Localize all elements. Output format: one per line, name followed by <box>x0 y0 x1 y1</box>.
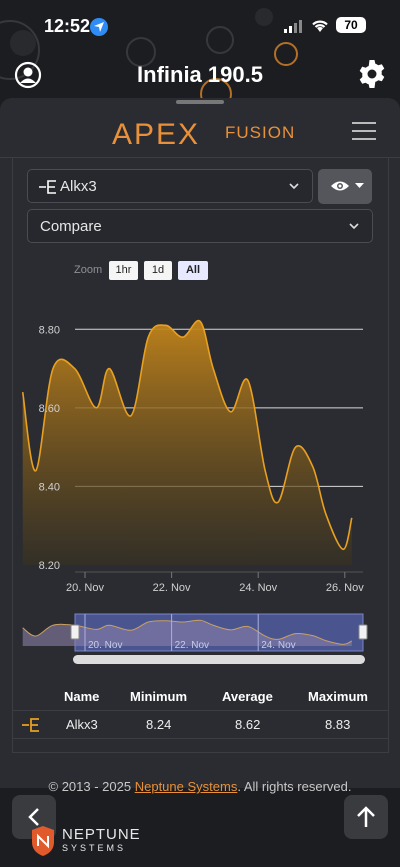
probe-type-icon <box>39 180 56 194</box>
x-tick-label: 26. Nov <box>326 582 364 594</box>
column-header-maximum: Maximum <box>308 689 368 704</box>
series-marker-icon <box>22 718 39 732</box>
x-axis: 20. Nov 22. Nov 24. Nov 26. Nov <box>66 571 364 594</box>
x-tick-label: 22. Nov <box>153 582 191 594</box>
column-header-average: Average <box>222 689 273 704</box>
page-title: Infinia 190.5 <box>137 62 263 87</box>
drag-handle[interactable] <box>176 100 224 104</box>
gear-icon[interactable] <box>356 58 388 90</box>
brand-sub: SYSTEMS <box>62 843 127 853</box>
scroll-top-button[interactable] <box>344 795 388 839</box>
neptune-link[interactable]: Neptune Systems <box>135 779 238 794</box>
navigator-scrollbar[interactable] <box>73 655 365 664</box>
series-area-alkx3 <box>22 320 352 565</box>
chevron-down-icon <box>289 183 299 190</box>
copyright-text: © 2013 - 2025 <box>48 779 135 794</box>
table-cell-maximum: 8.83 <box>325 717 351 732</box>
navigator-tick-label: 20. Nov <box>88 640 122 651</box>
table-cell-name: Alkx3 <box>66 717 98 732</box>
y-tick-label: 8.20 <box>39 560 60 572</box>
zoom-all-button[interactable]: All <box>178 261 208 280</box>
chevron-left-icon <box>28 808 39 826</box>
navigator-tick-label: 22. Nov <box>175 640 209 651</box>
zoom-1hr-button[interactable]: 1hr <box>109 261 138 280</box>
app-header: Infinia 190.5 <box>0 52 400 98</box>
apex-logo: APEX <box>112 118 201 151</box>
location-icon <box>90 18 108 36</box>
navigator-handle[interactable] <box>358 624 368 640</box>
table-cell-average: 8.62 <box>235 717 261 732</box>
signal-icon <box>284 20 302 33</box>
y-tick-label: 8.60 <box>39 403 60 415</box>
caret-down-icon <box>355 183 364 188</box>
status-bar: 12:52 70 <box>0 0 400 52</box>
visibility-toggle-button[interactable] <box>318 169 372 204</box>
brand-name: NEPTUNE <box>62 826 141 843</box>
column-header-name: Name <box>64 689 100 704</box>
y-tick-label: 8.80 <box>39 324 60 336</box>
arrow-up-icon <box>357 806 375 827</box>
apex-navbar: APEX FUSION <box>0 106 400 158</box>
compare-select-value: Compare <box>40 218 102 235</box>
battery-icon: 70 <box>336 17 366 33</box>
chevron-down-icon <box>349 223 359 230</box>
rights-text: . All rights reserved. <box>237 779 352 794</box>
table-cell-minimum: 8.24 <box>146 717 172 732</box>
range-navigator[interactable]: 20. Nov22. Nov24. Nov2... <box>0 613 368 664</box>
navigator-handle[interactable] <box>70 624 80 640</box>
eye-icon <box>331 181 349 191</box>
alkalinity-chart[interactable]: 8.20 8.40 8.60 8.80 20. Nov 22. Nov 24. Nov 26… <box>0 280 400 670</box>
table-divider <box>12 710 389 711</box>
wifi-icon <box>312 20 328 32</box>
neptune-logo-icon <box>32 826 54 856</box>
y-tick-label: 8.40 <box>39 481 60 493</box>
x-tick-label: 20. Nov <box>66 582 104 594</box>
x-tick-label: 24. Nov <box>239 582 277 594</box>
status-time: 12:52 <box>44 16 91 36</box>
zoom-label: Zoom <box>74 264 103 276</box>
table-divider <box>12 738 389 739</box>
probe-select[interactable]: Alkx3 <box>27 169 313 203</box>
footer-copyright: © 2013 - 2025 Neptune Systems. All right… <box>0 779 400 794</box>
zoom-1d-button[interactable]: 1d <box>144 261 172 280</box>
compare-select[interactable]: Compare <box>27 209 373 243</box>
fusion-logo: FUSION <box>225 123 296 142</box>
navigator-tick-label: 24. Nov <box>261 640 295 651</box>
column-header-minimum: Minimum <box>130 689 188 704</box>
probe-select-value: Alkx3 <box>60 178 97 195</box>
hamburger-menu-icon[interactable] <box>352 122 376 142</box>
